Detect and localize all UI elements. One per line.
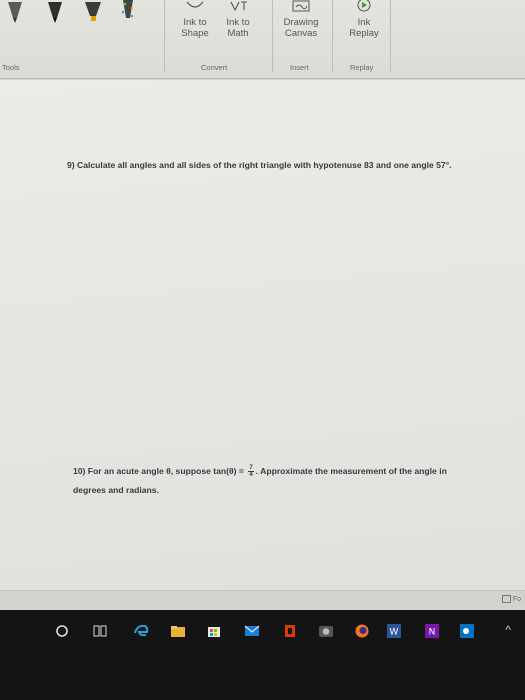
store-icon[interactable]: [206, 623, 222, 639]
taskbar: W N ^: [0, 610, 525, 700]
replay-icon: [357, 0, 371, 12]
question-10-text: 10) For an acute angle θ, suppose tan(θ)…: [73, 466, 247, 476]
galaxy-pen-icon[interactable]: [119, 0, 137, 24]
drawing-canvas-button[interactable]: Drawing Canvas: [273, 0, 329, 50]
question-10-text-end: . Approximate the measurement of the ang…: [255, 466, 447, 476]
ink-to-math-button[interactable]: Ink to Math: [210, 0, 266, 50]
fraction-denominator: 4: [249, 472, 253, 479]
group-label-convert: Convert: [201, 63, 228, 72]
pen-gallery: [0, 0, 160, 48]
outlook-icon[interactable]: [459, 623, 475, 639]
file-explorer-icon[interactable]: [170, 623, 186, 639]
ink-to-math-label: Ink to Math: [226, 17, 250, 39]
ribbon-separator: [332, 0, 333, 72]
office-icon[interactable]: [282, 623, 298, 639]
search-icon[interactable]: [54, 623, 70, 639]
onenote-icon[interactable]: N: [424, 623, 440, 639]
svg-text:W: W: [390, 628, 399, 638]
ink-replay-button[interactable]: Ink Replay: [336, 0, 392, 50]
ink-replay-label: Ink Replay: [349, 17, 379, 39]
focus-icon: [501, 595, 511, 603]
shapes-icon: [186, 1, 204, 8]
fraction: 74: [248, 465, 254, 479]
pen-icon[interactable]: [4, 0, 26, 24]
group-label-tools: Tools: [2, 63, 20, 72]
group-label-replay: Replay: [350, 63, 374, 72]
focus-label: Fo: [512, 595, 521, 603]
chevron-up-icon[interactable]: ^: [505, 623, 511, 637]
ribbon-separator: [390, 0, 391, 72]
firefox-icon[interactable]: [354, 623, 370, 639]
pen-icon[interactable]: [44, 0, 66, 24]
camera-icon[interactable]: [318, 623, 334, 639]
document-page[interactable]: 9) Calculate all angles and all sides of…: [0, 80, 525, 590]
question-10-line-2: degrees and radians.: [73, 485, 159, 495]
svg-text:N: N: [429, 628, 436, 638]
math-icon: [230, 1, 247, 12]
word-icon[interactable]: W: [386, 623, 402, 639]
group-label-insert: Insert: [290, 63, 309, 72]
mail-icon[interactable]: [244, 623, 260, 639]
task-view-icon[interactable]: [92, 623, 108, 639]
ribbon: Ink to Shape Ink to Math Drawing Canvas …: [0, 0, 525, 79]
canvas-icon: [292, 0, 310, 12]
highlighter-icon[interactable]: [82, 0, 104, 24]
fraction-numerator: 7: [248, 465, 254, 473]
question-9: 9) Calculate all angles and all sides of…: [67, 160, 452, 170]
question-10: 10) For an acute angle θ, suppose tan(θ)…: [73, 462, 493, 500]
drawing-canvas-label: Drawing Canvas: [283, 17, 319, 39]
status-bar: Fo: [0, 590, 525, 611]
edge-icon[interactable]: [133, 623, 149, 639]
focus-button[interactable]: Fo: [501, 595, 521, 603]
ribbon-separator: [164, 0, 165, 72]
